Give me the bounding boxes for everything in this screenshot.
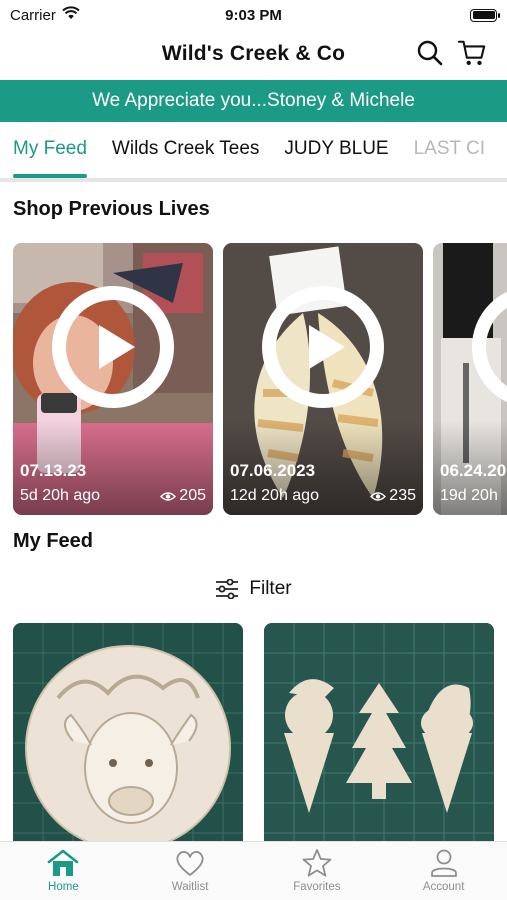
- cart-icon[interactable]: [457, 38, 487, 68]
- play-icon[interactable]: [52, 286, 174, 408]
- product-image: [264, 623, 494, 843]
- tab-label: JUDY BLUE: [284, 138, 389, 159]
- announcement-banner: We Appreciate you...Stoney & Michele: [0, 80, 507, 122]
- star-icon: [302, 849, 332, 877]
- search-icon[interactable]: [415, 38, 445, 68]
- product-card[interactable]: [264, 623, 494, 843]
- heart-icon: [176, 851, 204, 876]
- filter-icon: [216, 579, 239, 599]
- tab-my-feed[interactable]: My Feed: [13, 124, 87, 180]
- feed-grid: [13, 623, 507, 843]
- wifi-icon: [62, 6, 80, 24]
- nav-label: Waitlist: [171, 881, 209, 893]
- tab-judy-blue[interactable]: JUDY BLUE: [284, 124, 388, 180]
- tab-label: LAST CI: [413, 138, 486, 159]
- tab-last-chance[interactable]: LAST CI: [414, 124, 485, 180]
- battery-fill: [472, 11, 495, 19]
- filter-button[interactable]: Filter: [0, 574, 507, 604]
- person-icon: [430, 849, 457, 877]
- tab-label: My Feed: [13, 138, 87, 159]
- product-card[interactable]: [13, 623, 243, 843]
- filter-label: Filter: [249, 578, 292, 599]
- nav-home[interactable]: Home: [0, 842, 127, 900]
- section-title-my-feed: My Feed: [13, 530, 94, 552]
- play-icon[interactable]: [262, 286, 384, 408]
- tab-wilds-creek-tees[interactable]: Wilds Creek Tees: [112, 124, 259, 180]
- previous-lives-carousel[interactable]: 07.13.23 5d 20h ago 205 07.06.2023 12d 2…: [13, 243, 507, 515]
- live-video-card[interactable]: 07.13.23 5d 20h ago 205: [13, 243, 213, 515]
- category-tabs: My Feed Wilds Creek Tees JUDY BLUE LAST …: [0, 124, 507, 180]
- battery-icon: [470, 8, 500, 22]
- tab-label: Wilds Creek Tees: [111, 138, 260, 159]
- live-video-card[interactable]: 06.24.20 19d 20h: [433, 243, 507, 515]
- views-value: 235: [389, 487, 416, 504]
- section-title-previous-lives: Shop Previous Lives: [13, 198, 210, 220]
- nav-favorites[interactable]: Favorites: [254, 842, 381, 900]
- live-video-card[interactable]: 07.06.2023 12d 20h ago 235: [223, 243, 423, 515]
- live-view-count: 205: [160, 487, 206, 505]
- live-view-count: 235: [370, 487, 416, 505]
- nav-label: Home: [48, 881, 79, 893]
- views-value: 205: [179, 487, 206, 504]
- eye-icon: [160, 491, 177, 501]
- nav-label: Favorites: [293, 881, 341, 893]
- eye-icon: [370, 491, 387, 501]
- nav-account[interactable]: Account: [380, 842, 507, 900]
- bottom-tab-bar: Home Waitlist Favorites Account: [0, 841, 507, 900]
- live-date: 06.24.20: [440, 461, 507, 480]
- live-date: 07.06.2023: [230, 461, 316, 480]
- live-time-ago: 19d 20h: [440, 487, 498, 504]
- status-bar: Carrier 9:03 PM: [0, 0, 507, 30]
- live-date: 07.13.23: [20, 461, 87, 480]
- live-time-ago: 12d 20h ago: [230, 487, 319, 504]
- status-left: Carrier: [10, 6, 80, 24]
- app-header: Wild's Creek & Co: [0, 30, 507, 78]
- store-title: Wild's Creek & Co: [161, 42, 346, 65]
- banner-text: We Appreciate you...Stoney & Michele: [92, 90, 415, 111]
- nav-label: Account: [422, 881, 465, 893]
- product-image: [13, 623, 243, 843]
- tabs-divider: [0, 178, 507, 182]
- header-actions: [415, 38, 487, 68]
- home-icon: [48, 849, 79, 876]
- live-time-ago: 5d 20h ago: [20, 487, 101, 504]
- nav-waitlist[interactable]: Waitlist: [127, 842, 254, 900]
- carrier-label: Carrier: [10, 6, 56, 24]
